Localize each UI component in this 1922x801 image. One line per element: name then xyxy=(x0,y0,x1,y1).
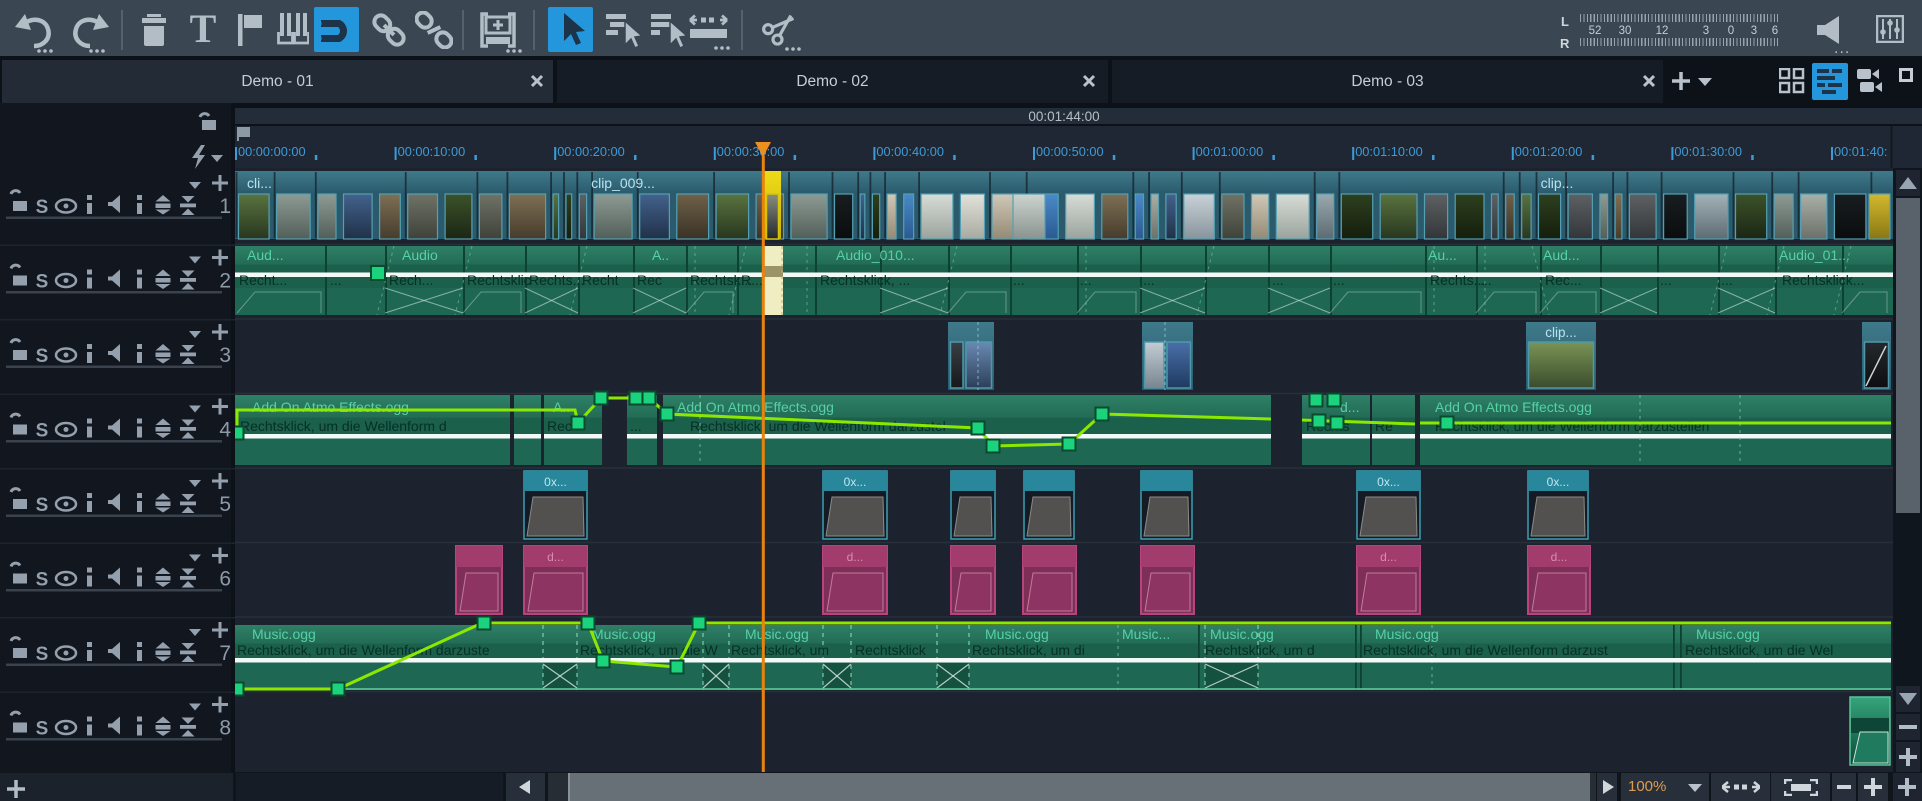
svg-text:Rechtsklick, um die Wellenform: Rechtsklick, um die Wellenform darzustel… xyxy=(1435,418,1709,434)
svg-text:Rec: Rec xyxy=(547,418,572,434)
svg-text:Music.ogg: Music.ogg xyxy=(1210,626,1274,642)
svg-text:A..: A.. xyxy=(652,247,669,263)
svg-text:00:00:30:00: 00:00:30:00 xyxy=(717,144,785,159)
svg-text:d...: d... xyxy=(1340,399,1359,415)
svg-text:Re: Re xyxy=(1375,418,1393,434)
svg-text:Au...: Au... xyxy=(1428,247,1457,263)
svg-text:cli...: cli... xyxy=(247,175,272,191)
svg-text:Rechtsklick: Rechtsklick xyxy=(855,642,927,658)
svg-text:...: ... xyxy=(1143,272,1155,288)
svg-text:Music.ogg: Music.ogg xyxy=(745,626,809,642)
svg-text:00:01:30:00: 00:01:30:00 xyxy=(1674,144,1742,159)
svg-text:0x...: 0x... xyxy=(544,475,567,489)
svg-text:clip...: clip... xyxy=(1545,325,1577,340)
svg-text:Rec: Rec xyxy=(637,272,662,288)
svg-text:d...: d... xyxy=(547,550,564,564)
svg-text:Rechtsklick, ...: Rechtsklick, ... xyxy=(820,272,910,288)
svg-text:Music...: Music... xyxy=(1122,626,1170,642)
svg-text:Rechtsklick, um die Wellenform: Rechtsklick, um die Wellenform darzuste xyxy=(237,642,490,658)
svg-text:Rechtsklic: Rechtsklic xyxy=(467,272,531,288)
svg-text:Audio: Audio xyxy=(402,247,438,263)
svg-text:S: S xyxy=(36,346,49,367)
svg-text:Add On Atmo Effects.ogg: Add On Atmo Effects.ogg xyxy=(1435,399,1592,415)
svg-text:Rechtsklick, um di: Rechtsklick, um di xyxy=(972,642,1085,658)
svg-text:S: S xyxy=(36,197,49,218)
svg-text:00:01:00:00: 00:01:00:00 xyxy=(1196,144,1264,159)
svg-text:7: 7 xyxy=(219,642,231,665)
svg-text:Rech...: Rech... xyxy=(389,272,433,288)
svg-text:R...: R... xyxy=(741,272,763,288)
svg-text:Audio_010...: Audio_010... xyxy=(836,247,915,263)
svg-text:Recht...: Recht... xyxy=(239,272,287,288)
svg-text:Rechtsklick, um: Rechtsklick, um xyxy=(731,642,829,658)
svg-text:Music.ogg: Music.ogg xyxy=(1696,626,1760,642)
svg-text:00:01:40:: 00:01:40: xyxy=(1834,144,1887,159)
svg-text:...: ... xyxy=(1480,272,1492,288)
svg-text:Audio_01...: Audio_01... xyxy=(1779,247,1850,263)
svg-text:Music.ogg: Music.ogg xyxy=(1375,626,1439,642)
svg-text:Music.ogg: Music.ogg xyxy=(985,626,1049,642)
svg-text:S: S xyxy=(36,421,49,442)
svg-text:S: S xyxy=(36,495,49,516)
svg-text:1: 1 xyxy=(219,195,231,218)
svg-text:8: 8 xyxy=(219,717,231,740)
svg-text:A..: A.. xyxy=(553,399,570,415)
svg-text:Music.ogg: Music.ogg xyxy=(252,626,316,642)
svg-text:Rechts...: Rechts... xyxy=(1430,272,1485,288)
svg-text:...: ... xyxy=(630,418,642,434)
svg-text:Music.ogg: Music.ogg xyxy=(592,626,656,642)
svg-text:Rechtsklick, um die Wellenform: Rechtsklick, um die Wellenform darzust xyxy=(1363,642,1608,658)
svg-text:00:01:10:00: 00:01:10:00 xyxy=(1355,144,1423,159)
svg-text:Rechtsklick, um die Wellenform: Rechtsklick, um die Wellenform d xyxy=(240,418,447,434)
svg-text:00:00:50:00: 00:00:50:00 xyxy=(1036,144,1104,159)
svg-text:d...: d... xyxy=(847,550,864,564)
svg-text:Aud...: Aud... xyxy=(1543,247,1580,263)
svg-text:S: S xyxy=(36,570,49,591)
svg-text:...: ... xyxy=(1721,272,1733,288)
svg-text:...: ... xyxy=(1660,272,1672,288)
svg-text:d...: d... xyxy=(1551,550,1568,564)
svg-text:S: S xyxy=(36,719,49,740)
svg-text:S: S xyxy=(36,272,49,293)
svg-text:Recht: Recht xyxy=(582,272,619,288)
svg-text:...: ... xyxy=(1333,272,1345,288)
svg-text:d...: d... xyxy=(1380,550,1397,564)
svg-text:00:00:00:00: 00:00:00:00 xyxy=(238,144,306,159)
svg-text:4: 4 xyxy=(219,419,231,442)
svg-text:00:00:40:00: 00:00:40:00 xyxy=(876,144,944,159)
svg-text:...: ... xyxy=(330,272,342,288)
svg-text:...: ... xyxy=(1272,272,1284,288)
svg-text:2: 2 xyxy=(219,270,231,293)
svg-text:Rechts...: Rechts... xyxy=(529,272,584,288)
svg-text:Add On Atmo Effects.ogg: Add On Atmo Effects.ogg xyxy=(252,399,409,415)
svg-text:00:01:20:00: 00:01:20:00 xyxy=(1515,144,1583,159)
svg-text:clip_009...: clip_009... xyxy=(591,175,655,191)
svg-text:Rec...: Rec... xyxy=(1545,272,1582,288)
svg-text:Rechtsklick, um d: Rechtsklick, um d xyxy=(1205,642,1315,658)
svg-text:5: 5 xyxy=(219,493,231,516)
svg-text:0x...: 0x... xyxy=(844,475,867,489)
svg-text:3: 3 xyxy=(219,344,231,367)
svg-text:Rechtsklick...: Rechtsklick... xyxy=(1782,272,1864,288)
svg-text:Add On Atmo Effects.ogg: Add On Atmo Effects.ogg xyxy=(677,399,834,415)
svg-text:clip...: clip... xyxy=(1541,175,1574,191)
svg-text:...: ... xyxy=(1080,272,1092,288)
svg-text:6: 6 xyxy=(219,568,231,591)
svg-text:Rechtsklick, um die Wel: Rechtsklick, um die Wel xyxy=(1685,642,1833,658)
svg-text:00:00:20:00: 00:00:20:00 xyxy=(557,144,625,159)
svg-text:0x...: 0x... xyxy=(1377,475,1400,489)
svg-text:...: ... xyxy=(1013,272,1025,288)
svg-text:Aud...: Aud... xyxy=(247,247,284,263)
svg-text:00:00:10:00: 00:00:10:00 xyxy=(398,144,466,159)
svg-text:S: S xyxy=(36,644,49,665)
svg-text:0x...: 0x... xyxy=(1547,475,1570,489)
